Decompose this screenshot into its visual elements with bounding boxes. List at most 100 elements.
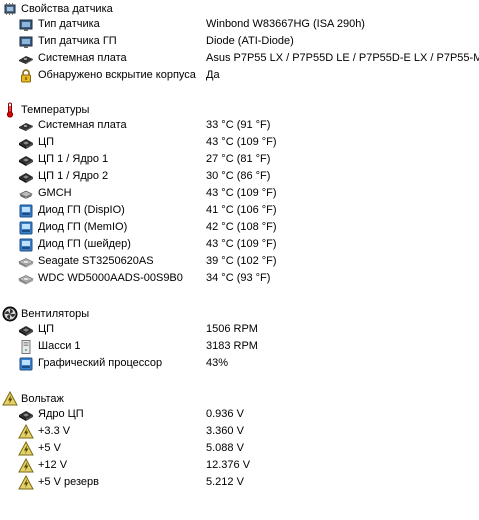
row-value: 3.360 V [206,425,244,437]
gpu-diode-icon [18,356,34,372]
list-item[interactable]: +3.3 V 3.360 V [0,424,479,441]
list-item[interactable]: +5 V резерв 5.212 V [0,475,479,492]
cpu-icon [18,322,34,338]
list-item[interactable]: +12 V 12.376 V [0,458,479,475]
list-item[interactable]: Seagate ST3250620AS 39 °C (102 °F) [0,254,479,271]
list-item[interactable]: Шасси 1 3183 RPM [0,339,479,356]
row-value: 43 °C (109 °F) [206,136,277,148]
cpu-icon [18,152,34,168]
list-item[interactable]: Ядро ЦП 0.936 V [0,407,479,424]
row-label: Системная плата [38,52,127,64]
section-header[interactable]: Вольтаж [0,390,64,407]
row-label: Тип датчика ГП [38,35,117,47]
row-value: 3183 RPM [206,340,258,352]
row-value: 5.088 V [206,442,244,454]
section-title: Свойства датчика [21,2,113,15]
cpu-icon [18,135,34,151]
hard-drive-icon [18,271,34,287]
row-value: 5.212 V [206,476,244,488]
row-value: 43% [206,357,229,369]
row-label: Системная плата [38,119,127,131]
section-title: Вентиляторы [21,307,90,320]
row-label: WDC WD5000AADS-00S9B0 [38,272,183,284]
row-label: Тип датчика [38,18,100,30]
sensor-chip-icon [18,17,34,33]
list-item[interactable]: Обнаружено вскрытие корпуса Да [0,68,479,85]
row-value: 1506 RPM [206,323,258,335]
row-value: 33 °C (91 °F) [206,119,271,131]
row-value: 0.936 V [206,408,244,420]
list-item[interactable]: Системная плата Asus P7P55 LX / P7P55D L… [0,51,479,68]
list-item[interactable]: WDC WD5000AADS-00S9B0 34 °C (93 °F) [0,271,479,288]
sensor-chip-icon [2,1,18,17]
row-value: Winbond W83667HG (ISA 290h) [206,18,365,30]
row-label: Ядро ЦП [38,408,84,420]
row-label: Диод ГП (шейдер) [38,238,131,250]
row-value: 30 °C (86 °F) [206,170,271,182]
hard-drive-icon [18,254,34,270]
row-value: 43 °C (109 °F) [206,238,277,250]
section-header[interactable]: Вентиляторы [0,305,89,322]
list-item[interactable]: Диод ГП (DispIO) 41 °C (106 °F) [0,203,479,220]
row-value: 34 °C (93 °F) [206,272,271,284]
voltage-icon [18,475,34,491]
list-item[interactable]: Системная плата 33 °C (91 °F) [0,118,479,135]
row-label: Обнаружено вскрытие корпуса [38,69,196,81]
row-label: +5 V резерв [38,476,99,488]
list-item[interactable]: ЦП 43 °C (109 °F) [0,135,479,152]
voltage-icon [2,390,18,407]
row-label: +12 V [38,459,68,471]
row-value: 41 °C (106 °F) [206,204,277,216]
chassis-icon [18,339,34,355]
list-item[interactable]: +5 V 5.088 V [0,441,479,458]
gpu-diode-icon [18,203,34,219]
row-label: Шасси 1 [38,340,81,352]
cpu-icon [18,407,34,423]
row-value: 42 °C (108 °F) [206,221,277,233]
list-item[interactable]: ЦП 1506 RPM [0,322,479,339]
section-header[interactable]: Температуры [0,101,89,118]
list-item[interactable]: ЦП 1 / Ядро 1 27 °C (81 °F) [0,152,479,169]
row-label: ЦП 1 / Ядро 1 [38,153,109,165]
section-header[interactable]: Свойства датчика [0,0,113,17]
row-value: 43 °C (109 °F) [206,187,277,199]
section-title: Температуры [21,103,90,116]
row-label: ЦП 1 / Ядро 2 [38,170,109,182]
row-label: Seagate ST3250620AS [38,255,154,267]
row-value: 39 °C (102 °F) [206,255,277,267]
gpu-diode-icon [18,220,34,236]
row-label: ЦП [38,323,55,335]
list-item[interactable]: Тип датчика ГП Diode (ATI-Diode) [0,34,479,51]
row-label: Графический процессор [38,357,163,369]
row-value: Diode (ATI-Diode) [206,35,294,47]
row-label: GMCH [38,187,72,199]
chipset-icon [18,186,34,202]
voltage-icon [18,441,34,457]
motherboard-icon [18,51,34,67]
voltage-icon [18,424,34,440]
row-label: +5 V [38,442,61,454]
row-value: 27 °C (81 °F) [206,153,271,165]
motherboard-icon [18,118,34,134]
sensor-chip-icon [18,34,34,50]
row-label: Диод ГП (DispIO) [38,204,125,216]
fan-icon [2,306,18,322]
row-label: Диод ГП (MemIO) [38,221,128,233]
sensor-panel: Свойства датчика Тип датчика Winbond W83… [0,0,479,520]
lock-icon [18,68,34,84]
list-item[interactable]: Диод ГП (MemIO) 42 °C (108 °F) [0,220,479,237]
cpu-icon [18,169,34,185]
voltage-icon [18,458,34,474]
list-item[interactable]: Тип датчика Winbond W83667HG (ISA 290h) [0,17,479,34]
list-item[interactable]: Графический процессор 43% [0,356,479,373]
row-value: Asus P7P55 LX / P7P55D LE / P7P55D-E LX … [206,52,479,64]
row-label: ЦП [38,136,55,148]
section-title: Вольтаж [21,392,64,405]
list-item[interactable]: ЦП 1 / Ядро 2 30 °C (86 °F) [0,169,479,186]
list-item[interactable]: Диод ГП (шейдер) 43 °C (109 °F) [0,237,479,254]
row-label: +3.3 V [38,425,71,437]
thermometer-icon [2,102,18,118]
list-item[interactable]: GMCH 43 °C (109 °F) [0,186,479,203]
row-value: 12.376 V [206,459,251,471]
row-value: Да [206,69,220,81]
